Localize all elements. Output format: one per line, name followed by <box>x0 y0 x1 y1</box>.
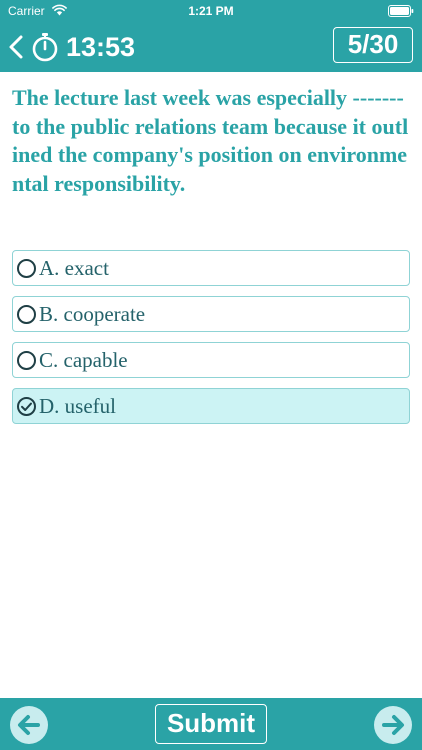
option-c[interactable]: C. capable <box>12 342 410 378</box>
radio-unchecked-icon <box>17 351 36 370</box>
option-label: A. exact <box>39 256 109 280</box>
status-time: 1:21 PM <box>188 4 234 18</box>
option-label: C. capable <box>39 348 128 372</box>
bottom-bar: Submit <box>0 698 422 750</box>
previous-question-button[interactable] <box>9 705 49 745</box>
answer-options: A. exact B. cooperate C. capable D. usef… <box>12 250 410 434</box>
timer-text: 13:53 <box>66 32 136 62</box>
arrow-left-circle-icon <box>10 706 48 744</box>
option-b[interactable]: B. cooperate <box>12 296 410 332</box>
question-progress: 5/30 <box>333 27 413 63</box>
back-button[interactable] <box>6 34 28 60</box>
stopwatch-icon <box>32 33 58 62</box>
chevron-left-icon <box>9 35 23 59</box>
submit-button[interactable]: Submit <box>155 704 267 744</box>
arrow-right-circle-icon <box>374 706 412 744</box>
option-label: D. useful <box>39 394 116 418</box>
option-a[interactable]: A. exact <box>12 250 410 286</box>
top-bar: Carrier 1:21 PM 13:53 5/30 <box>0 0 422 72</box>
question-text: The lecture last week was especially ---… <box>12 85 409 196</box>
option-label: B. cooperate <box>39 302 146 326</box>
radio-unchecked-icon <box>17 305 36 324</box>
nav-bar: 13:53 5/30 <box>0 22 422 72</box>
next-question-button[interactable] <box>373 705 413 745</box>
status-bar: Carrier 1:21 PM <box>0 0 422 22</box>
radio-checked-icon <box>17 397 36 416</box>
option-d[interactable]: D. useful <box>12 388 410 424</box>
battery-icon <box>388 5 414 17</box>
radio-unchecked-icon <box>17 259 36 278</box>
